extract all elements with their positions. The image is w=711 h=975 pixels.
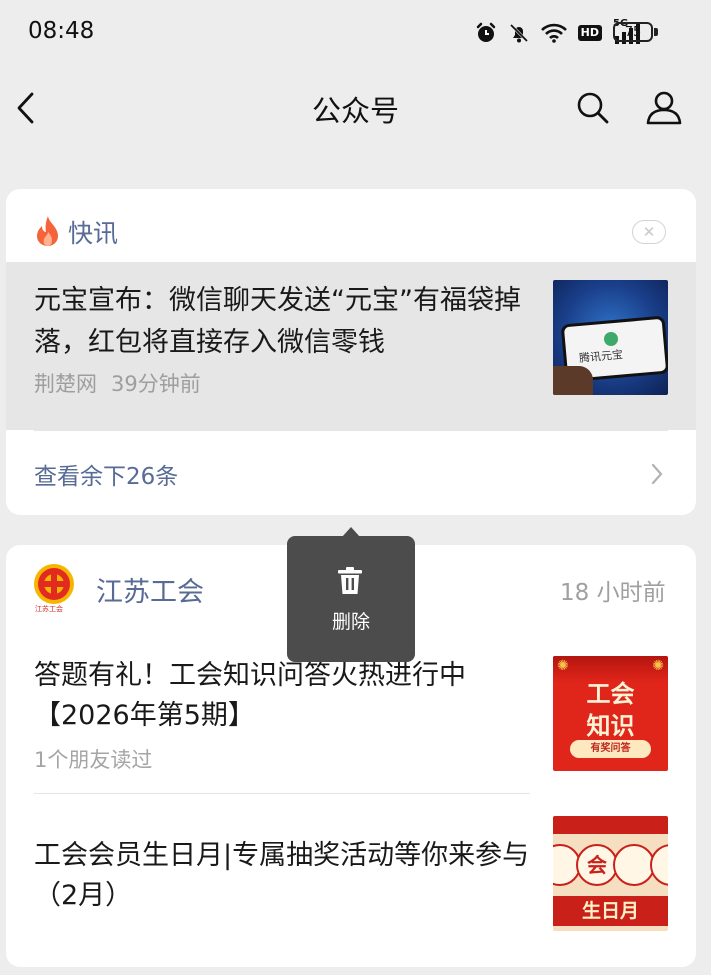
- thumb-tag: 有奖问答: [570, 740, 651, 758]
- news-item-meta: 荆楚网 39分钟前: [34, 368, 201, 398]
- person-icon[interactable]: [645, 90, 683, 126]
- logo-caption: 江苏工会: [35, 605, 63, 613]
- close-news-button[interactable]: ✕: [632, 220, 666, 244]
- news-divider: [34, 430, 668, 431]
- battery-icon: 75: [613, 22, 653, 42]
- news-source: 荆楚网: [34, 372, 97, 396]
- news-time: 39分钟前: [111, 372, 201, 396]
- wifi-icon: [540, 23, 567, 43]
- view-more-link[interactable]: 查看余下26条: [34, 457, 178, 491]
- news-thumbnail: 腾讯元宝: [553, 280, 668, 395]
- union-logo-icon: [34, 564, 74, 604]
- account-logo[interactable]: 江苏工会: [31, 562, 77, 614]
- battery-level: 75: [624, 24, 642, 40]
- search-icon[interactable]: [576, 91, 610, 125]
- delete-button[interactable]: 删除: [287, 607, 415, 634]
- status-time: 08:48: [28, 18, 95, 44]
- article-divider: [34, 793, 530, 794]
- article-title[interactable]: 工会会员生日月|专属抽奖活动等你来参与（2月）: [34, 836, 534, 916]
- article-thumbnail[interactable]: 会 生日月: [553, 816, 668, 931]
- thumb-line: 生日月: [553, 896, 668, 926]
- hd-icon: HD: [577, 25, 602, 41]
- flame-icon: [37, 216, 58, 246]
- article-read-count: 1个朋友读过: [34, 748, 153, 772]
- chevron-right-icon: [651, 463, 663, 485]
- thumb-bubble: 会: [587, 853, 607, 877]
- article-title[interactable]: 答题有礼！工会知识问答火热进行中【2026年第5期】: [34, 656, 534, 736]
- trash-icon: [338, 567, 362, 594]
- article-thumbnail[interactable]: ✺ ✺ 工会 知识 有奖问答: [553, 656, 668, 771]
- close-icon: ✕: [642, 223, 656, 241]
- news-item-title: 元宝宣布：微信聊天发送“元宝”有福袋掉落，红包将直接存入微信零钱: [34, 285, 521, 358]
- alarm-icon: [476, 22, 495, 42]
- thumb-line-1: 工会: [586, 680, 635, 708]
- thumb-line-2: 知识: [586, 712, 635, 740]
- battery-tip: [654, 28, 658, 36]
- account-time: 18 小时前: [560, 580, 666, 606]
- account-name[interactable]: 江苏工会: [96, 570, 204, 609]
- mute-icon: [509, 23, 528, 43]
- news-heading: 快讯: [68, 219, 119, 248]
- delete-menu[interactable]: [287, 536, 415, 662]
